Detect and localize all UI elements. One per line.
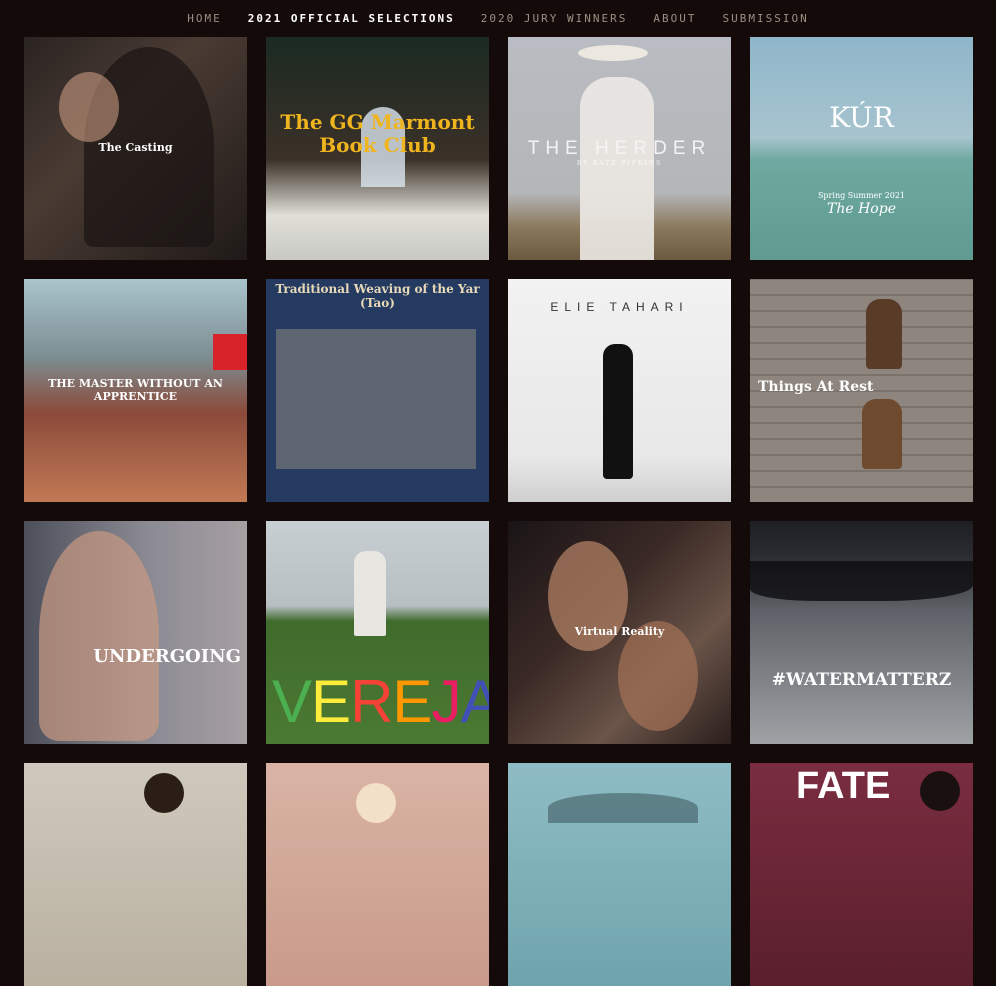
film-title-letter: E [392,668,432,735]
nav-submission[interactable]: SUBMISSION [722,12,808,25]
film-title: THE MASTER WITHOUT AN APPRENTICE [48,376,223,403]
film-credit: BY KATE PIPKINS [576,160,663,167]
film-tile-fate[interactable]: FATE [750,763,973,986]
film-title-letter: V [272,668,312,735]
film-tile-master-without-apprentice[interactable]: THE MASTER WITHOUT AN APPRENTICE [24,279,247,502]
film-season: Spring Summer 2021 [817,191,906,200]
film-title-letter: A [460,668,489,735]
film-title: Things At Rest [758,379,874,395]
film-title: The GG Marmont Book Club [280,109,475,157]
film-title: #WATERMATTERZ [771,670,952,690]
film-grid: The Casting The GG Marmont Book Club THE… [24,37,973,986]
film-tile-14[interactable] [266,763,489,986]
film-title: Traditional Weaving of the Yar (Tao) [275,282,480,310]
film-tile-undergoing[interactable]: UNDERGOING [24,521,247,744]
nav-home[interactable]: HOME [187,12,222,25]
film-title-letter: J [431,668,461,735]
film-tile-traditional-weaving[interactable]: Traditional Weaving of the Yar (Tao) [266,279,489,502]
nav-about[interactable]: ABOUT [653,12,696,25]
film-tile-gg-marmont-book-club[interactable]: The GG Marmont Book Club [266,37,489,260]
film-tile-virtual-reality[interactable]: Virtual Reality [508,521,731,744]
main-nav: HOME 2021 OFFICIAL SELECTIONS 2020 JURY … [0,0,996,37]
film-title: ELIE TAHARI [550,300,689,314]
film-title: UNDERGOING [93,646,241,667]
film-title: FATE [796,765,891,807]
film-tile-elie-tahari[interactable]: ELIE TAHARI [508,279,731,502]
nav-2021-official-selections[interactable]: 2021 OFFICIAL SELECTIONS [248,12,455,25]
film-tile-vereja[interactable]: VEREJA [266,521,489,744]
film-tile-13[interactable] [24,763,247,986]
film-tile-things-at-rest[interactable]: Things At Rest [750,279,973,502]
film-tile-kur[interactable]: KÚR Spring Summer 2021 The Hope [750,37,973,260]
film-tile-the-casting[interactable]: The Casting [24,37,247,260]
nav-2020-jury-winners[interactable]: 2020 JURY WINNERS [481,12,628,25]
film-tile-15[interactable] [508,763,731,986]
film-title: Virtual Reality [574,625,665,639]
film-title: THE HERDER [527,137,712,159]
film-title: KÚR [829,101,894,135]
film-title-letter: R [350,668,393,735]
film-title-letter: E [311,668,351,735]
film-title: The Casting [98,141,173,155]
film-tile-watermatterz[interactable]: #WATERMATTERZ [750,521,973,744]
film-subtitle: The Hope [827,201,896,217]
film-title: VEREJA [266,667,489,736]
film-tile-the-herder[interactable]: THE HERDER BY KATE PIPKINS [508,37,731,260]
